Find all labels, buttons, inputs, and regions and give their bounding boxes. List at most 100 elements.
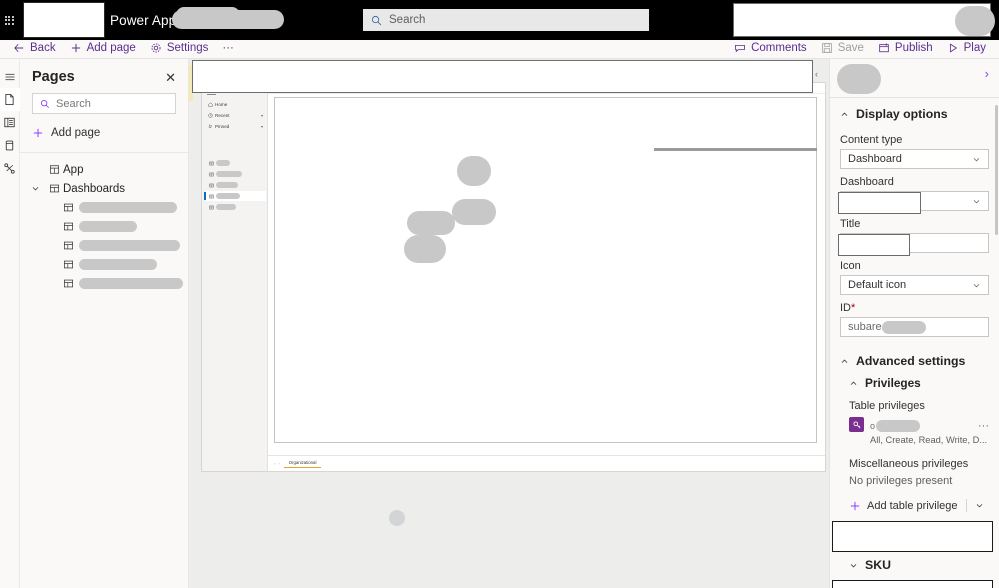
privilege-overflow-icon[interactable]: ··· [978, 417, 989, 432]
preview-app-shell: HomeRecent▾Pinned▾ ← Save AsNew▾Set As D… [201, 82, 826, 472]
tree-item-dashboard[interactable] [20, 274, 188, 293]
overflow-menu-button[interactable]: ··· [215, 38, 241, 58]
canvas-redaction-circle [389, 510, 405, 526]
tree-item-dashboard[interactable] [20, 255, 188, 274]
left-icon-rail [0, 59, 20, 588]
app-launcher-icon[interactable] [0, 0, 18, 40]
preview-nav-item[interactable]: Home [206, 100, 266, 109]
environment-name-redaction-2 [176, 7, 240, 23]
dashboard-icon [59, 259, 77, 270]
tree-item-dashboard[interactable] [20, 236, 188, 255]
collapse-panel-icon[interactable]: › [985, 67, 989, 80]
section-sku[interactable]: SKU [830, 552, 999, 574]
section-advanced-settings[interactable]: Advanced settings [830, 345, 999, 374]
section-advanced-settings-label: Advanced settings [856, 354, 966, 368]
publish-button[interactable]: Publish [871, 38, 940, 58]
search-icon [371, 15, 382, 26]
global-search-placeholder: Search [389, 14, 426, 26]
privilege-operations: All, Create, Read, Write, D... [870, 435, 988, 445]
preview-dashboard-item[interactable] [206, 202, 266, 212]
field-dashboard: Dashboard [830, 176, 999, 214]
global-search-input[interactable]: Search [363, 9, 649, 31]
dashboard-icon [206, 205, 216, 210]
preview-nav-item-label: Recent [215, 113, 230, 118]
preview-nav-item[interactable]: Recent ▾ [206, 111, 266, 120]
rail-item-data[interactable] [0, 134, 20, 157]
add-table-privilege-button[interactable]: Add table privilege [830, 499, 999, 512]
chevron-down-icon [972, 197, 981, 206]
add-privilege-divider [965, 499, 967, 512]
play-button[interactable]: Play [940, 38, 993, 58]
section-display-options[interactable]: Display options [830, 98, 999, 127]
icon-dropdown[interactable]: Default icon [840, 275, 989, 295]
preview-dashboard-item[interactable] [206, 169, 266, 179]
pages-search-input[interactable]: Search [32, 93, 176, 114]
section-privileges[interactable]: Privileges [830, 374, 999, 392]
canvas-redaction-c [407, 211, 455, 235]
preview-dashboard-item[interactable] [206, 158, 266, 168]
preview-dashboard-item[interactable] [206, 180, 266, 190]
field-id: ID* subarea [830, 302, 999, 337]
chevron-down-icon[interactable] [975, 501, 984, 510]
settings-label: Settings [166, 42, 209, 54]
chevron-right-icon[interactable]: › [278, 461, 279, 466]
tree-item-dashboards[interactable]: Dashboards [20, 179, 188, 198]
chevron-down-icon[interactable]: ▾ [261, 124, 263, 129]
pages-panel-title: Pages [32, 69, 75, 85]
chevron-down-icon [972, 281, 981, 290]
canvas-redaction-b [452, 199, 496, 225]
chevron-down-icon [972, 155, 981, 164]
comments-button[interactable]: Comments [727, 38, 814, 58]
tab-scroll-arrows[interactable]: ‹ › [274, 461, 280, 466]
id-input[interactable]: subarea [840, 317, 989, 337]
tree-item-dashboard[interactable] [20, 198, 188, 217]
hamburger-icon[interactable] [0, 65, 20, 88]
add-page-button[interactable]: Add page [63, 38, 143, 58]
tree-item-app[interactable]: App [20, 160, 188, 179]
pages-tree: App Dashboards [20, 153, 188, 293]
tab-organizational[interactable]: Organizational [283, 459, 322, 468]
title-label: Title [840, 218, 861, 230]
back-button[interactable]: Back [6, 38, 63, 58]
rail-item-pages[interactable] [0, 88, 20, 111]
gear-icon [150, 42, 162, 54]
rail-item-navigation[interactable] [0, 111, 20, 134]
sku-section-redaction [832, 580, 993, 588]
preview-nav-item[interactable]: Pinned ▾ [206, 122, 266, 131]
account-avatar-redaction [955, 6, 995, 36]
dashboard-icon [59, 240, 77, 251]
preview-sitemap-nav: Home Recent ▾ Pinned ▾ [202, 83, 268, 471]
chevron-left-icon[interactable]: ‹ [815, 69, 818, 79]
id-label-text: ID [840, 302, 851, 314]
chevron-left-icon[interactable]: ‹ [274, 461, 275, 466]
chevron-down-icon [849, 561, 858, 570]
preview-dashboard-label-redaction [216, 182, 238, 188]
preview-dashboard-label-redaction [216, 171, 242, 177]
dashboard-icon [206, 161, 216, 166]
pages-panel-header: Pages ✕ [20, 59, 188, 93]
add-page-label: Add page [86, 42, 136, 54]
preview-nav-item-label: Home [215, 102, 228, 107]
privilege-name: o [870, 420, 920, 432]
chevron-down-icon[interactable]: ▾ [261, 113, 263, 118]
table-privileges-label: Table privileges [849, 400, 925, 412]
tree-item-dashboard[interactable] [20, 217, 188, 236]
play-label: Play [963, 42, 986, 54]
table-privilege-row[interactable]: o All, Create, Read, Write, D... ··· [830, 412, 999, 446]
dashboard-icon [206, 183, 216, 188]
close-icon[interactable]: ✕ [165, 71, 176, 84]
rail-item-automation[interactable] [0, 157, 20, 180]
command-bar-right-group: Comments Save Publish Play [727, 38, 993, 58]
content-type-dropdown[interactable]: Dashboard [840, 149, 989, 169]
play-icon [947, 42, 959, 54]
back-label: Back [30, 42, 56, 54]
pages-add-page-button[interactable]: Add page [32, 123, 176, 143]
preview-dashboard-item[interactable] [204, 191, 266, 201]
pages-search-placeholder: Search [56, 97, 91, 110]
settings-button[interactable]: Settings [143, 38, 216, 58]
canvas-horizontal-scrollbar[interactable] [654, 148, 817, 151]
properties-scrollbar[interactable] [995, 105, 998, 235]
chevron-down-icon[interactable] [31, 184, 45, 193]
canvas-redaction-a [457, 156, 491, 186]
tree-item-label-redaction [79, 221, 137, 232]
